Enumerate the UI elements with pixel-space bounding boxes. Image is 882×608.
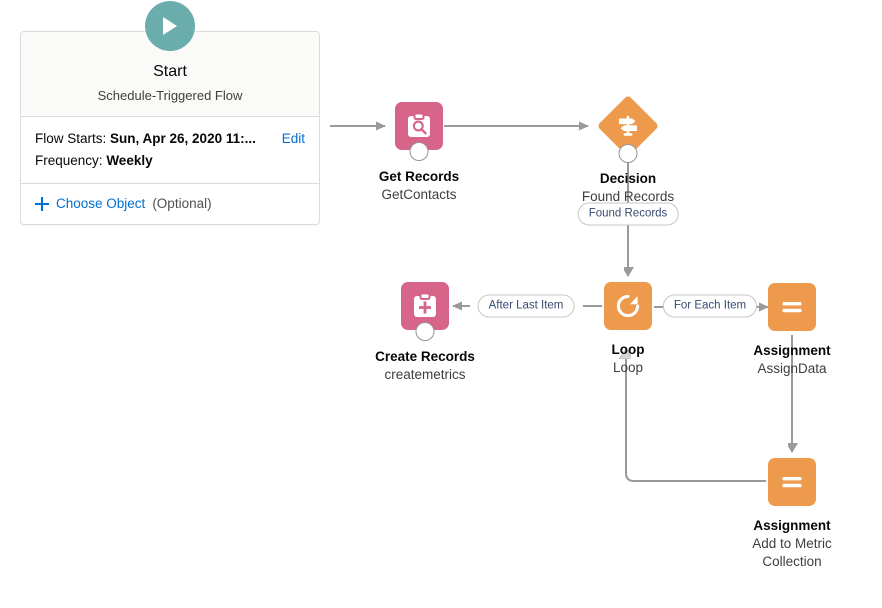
connector-label-found-records[interactable]: Found Records <box>577 202 679 226</box>
frequency-value: Weekly <box>106 153 153 168</box>
loop-name: Loop <box>612 360 644 375</box>
plus-icon <box>35 197 49 211</box>
flow-starts-row: Flow Starts: Sun, Apr 26, 2020 11:... <box>35 128 305 150</box>
assignment1-name: AssignData <box>757 361 827 376</box>
frequency-label: Frequency: <box>35 153 103 168</box>
create-records-icon-wrap <box>401 282 449 341</box>
connector-label-for-each-item[interactable]: For Each Item <box>662 294 758 318</box>
get-records-name: GetContacts <box>381 187 457 202</box>
create-records-connector-dot[interactable] <box>415 322 435 341</box>
flow-starts-label: Flow Starts: <box>35 131 107 146</box>
assignment1-label: Assignment <box>753 343 831 358</box>
loop-icon-wrap <box>604 282 652 330</box>
node-create-records[interactable]: Create Records createmetrics <box>350 282 500 384</box>
start-title: Start <box>153 63 187 80</box>
assignment2-name-line2: Collection <box>762 554 822 569</box>
get-records-icon-wrap <box>395 102 443 161</box>
choose-object-optional-label: (Optional) <box>152 196 212 211</box>
assignment2-name-line1: Add to Metric <box>752 536 832 551</box>
connector-label-after-last-item[interactable]: After Last Item <box>477 294 575 318</box>
get-records-connector-dot[interactable] <box>409 142 429 161</box>
choose-object-label: Choose Object <box>56 196 146 211</box>
decision-label: Decision <box>599 171 657 186</box>
create-records-name: createmetrics <box>384 367 466 382</box>
choose-object-button[interactable]: Choose Object (Optional) <box>21 184 319 224</box>
decision-icon-wrap <box>596 94 660 163</box>
node-decision[interactable]: Decision Found Records <box>553 94 703 206</box>
node-assignment-add-to-metric-collection[interactable]: Assignment Add to Metric Collection <box>717 458 867 571</box>
start-card-details: Flow Starts: Sun, Apr 26, 2020 11:... Fr… <box>21 117 319 184</box>
assignment1-icon-wrap <box>768 283 816 331</box>
loop-label: Loop <box>611 342 645 357</box>
play-icon <box>145 1 195 51</box>
equals-icon <box>768 283 816 331</box>
circular-arrow-icon <box>604 282 652 330</box>
flow-starts-value: Sun, Apr 26, 2020 11:... <box>110 131 256 146</box>
get-records-label: Get Records <box>378 169 460 184</box>
start-node-card[interactable]: Start Schedule-Triggered Flow Flow Start… <box>20 1 320 225</box>
flow-canvas: Start Schedule-Triggered Flow Flow Start… <box>0 0 882 608</box>
equals-icon <box>768 458 816 506</box>
node-get-records[interactable]: Get Records GetContacts <box>344 102 494 204</box>
frequency-row: Frequency: Weekly <box>35 150 305 172</box>
edit-link[interactable]: Edit <box>282 128 305 150</box>
create-records-label: Create Records <box>375 349 475 364</box>
assignment2-label: Assignment <box>753 518 831 533</box>
start-subtitle: Schedule-Triggered Flow <box>97 88 243 103</box>
decision-connector-dot[interactable] <box>618 144 638 163</box>
assignment2-icon-wrap <box>768 458 816 506</box>
